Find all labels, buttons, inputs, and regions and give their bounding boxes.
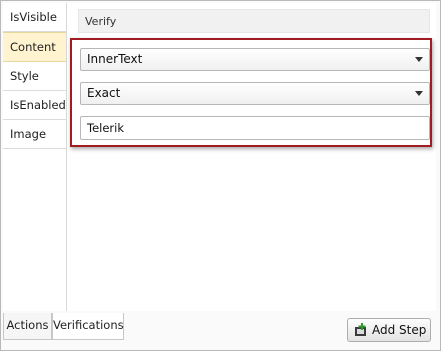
comparison-select[interactable]: Exact: [80, 82, 430, 105]
chevron-down-icon: [415, 91, 423, 96]
add-step-button[interactable]: Add Step: [347, 318, 431, 342]
add-step-label: Add Step: [372, 323, 427, 337]
tab-isenabled[interactable]: IsEnabled: [3, 91, 66, 120]
property-select-value: InnerText: [87, 52, 143, 66]
tab-image[interactable]: Image: [3, 120, 66, 149]
property-select[interactable]: InnerText: [80, 48, 430, 71]
tab-isvisible[interactable]: IsVisible: [3, 3, 66, 32]
verify-highlight-box: InnerText Exact Telerik: [70, 38, 432, 147]
add-step-icon: [355, 323, 366, 336]
verification-type-tabs: IsVisible Content Style IsEnabled Image: [3, 3, 67, 311]
verification-content: Verify InnerText Exact Telerik: [67, 3, 436, 311]
comparison-select-value: Exact: [87, 86, 121, 100]
chevron-down-icon: [415, 57, 423, 62]
tab-actions[interactable]: Actions: [3, 313, 52, 340]
tab-content[interactable]: Content: [3, 32, 66, 62]
tab-style[interactable]: Style: [3, 62, 66, 91]
expected-value-input[interactable]: Telerik: [80, 116, 430, 140]
verify-header: Verify: [78, 9, 430, 33]
tab-verifications[interactable]: Verifications: [52, 313, 124, 340]
